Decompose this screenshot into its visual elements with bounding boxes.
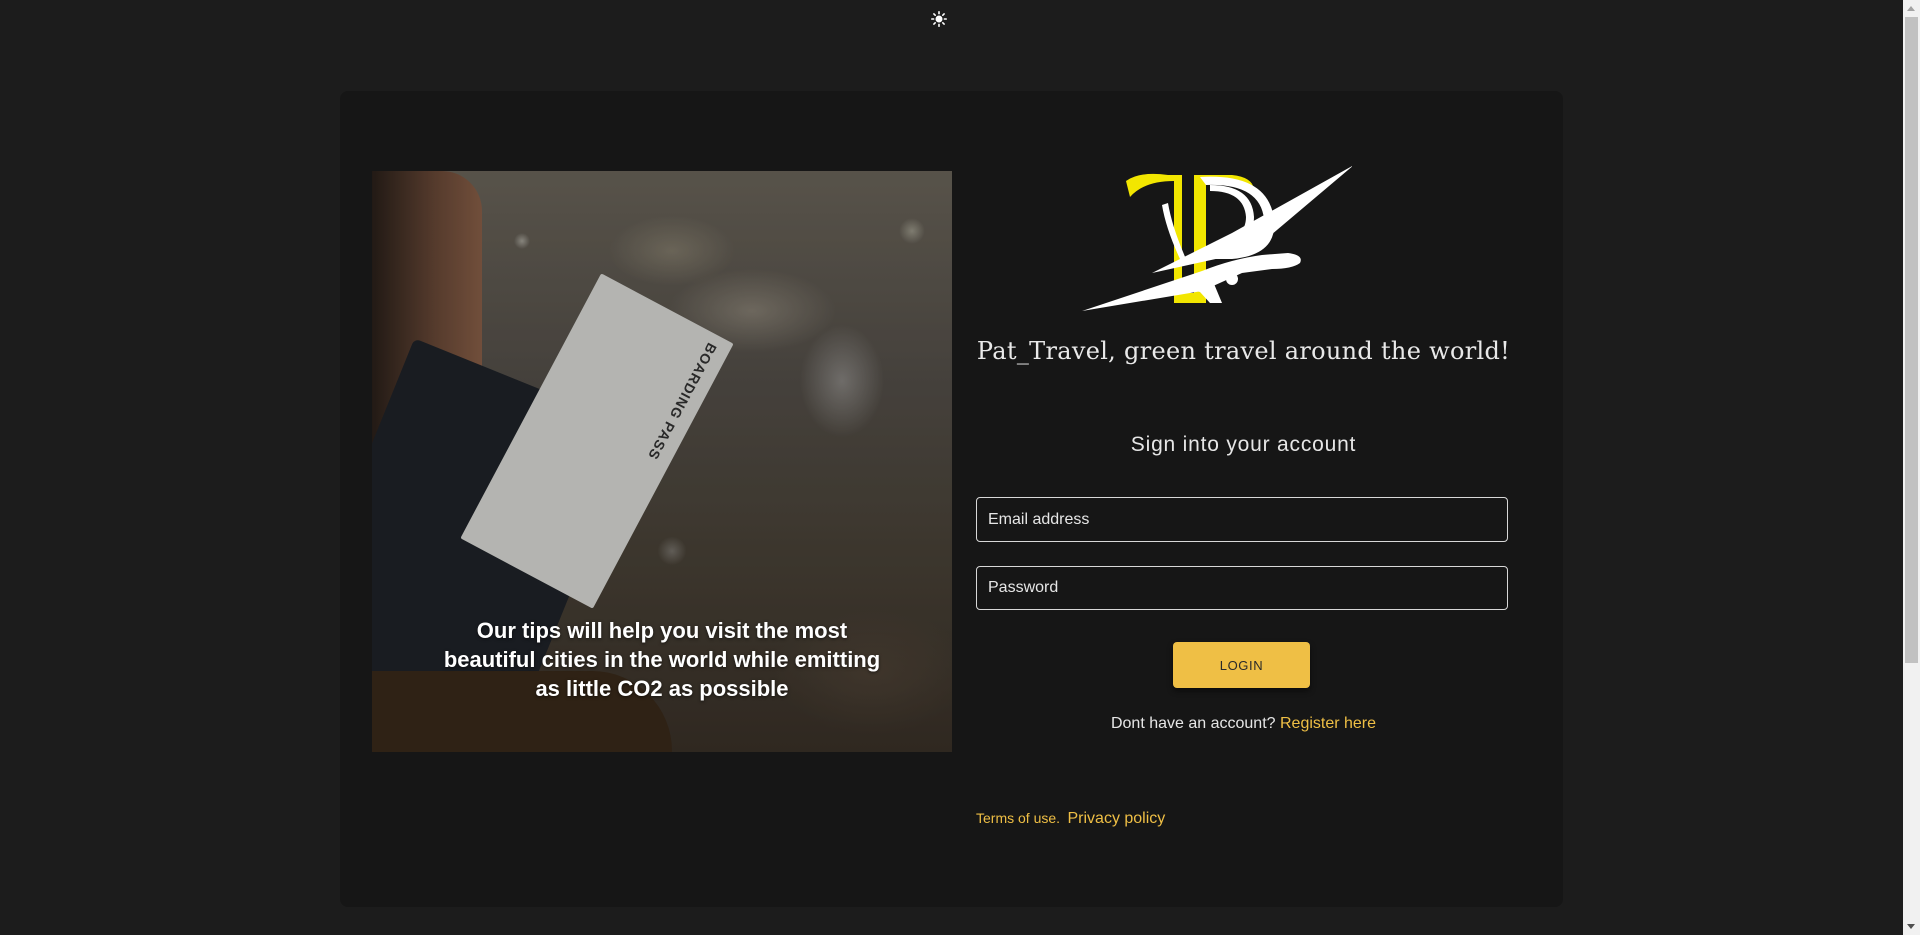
password-field[interactable] xyxy=(976,566,1508,610)
login-button[interactable]: LOGIN xyxy=(1173,642,1310,688)
hero-image: BOARDING PASS Our tips will help you vis… xyxy=(372,171,952,752)
terms-link[interactable]: Terms of use. xyxy=(976,810,1060,826)
brand-tagline: Pat_Travel, green travel around the worl… xyxy=(976,337,1511,365)
email-field[interactable] xyxy=(976,497,1508,542)
hero-caption: Our tips will help you visit the most be… xyxy=(443,618,881,701)
scroll-up-icon[interactable] xyxy=(1907,6,1915,11)
footer-links: Terms of use. Privacy policy xyxy=(976,810,1165,828)
register-link[interactable]: Register here xyxy=(1280,715,1376,732)
sun-icon xyxy=(931,11,947,27)
login-panel: Pat_Travel, green travel around the worl… xyxy=(976,91,1511,907)
login-card: BOARDING PASS Our tips will help you vis… xyxy=(340,91,1563,907)
register-row: Dont have an account? Register here xyxy=(976,715,1511,733)
scrollbar-thumb[interactable] xyxy=(1905,17,1918,663)
register-prompt: Dont have an account? xyxy=(1110,715,1276,732)
scroll-down-icon[interactable] xyxy=(1907,924,1915,929)
privacy-link[interactable]: Privacy policy xyxy=(1067,810,1165,827)
theme-toggle-button[interactable] xyxy=(929,9,949,29)
page-scrollbar[interactable] xyxy=(1903,0,1920,935)
signin-title: Sign into your account xyxy=(1130,433,1357,456)
brand-logo xyxy=(1082,166,1352,311)
